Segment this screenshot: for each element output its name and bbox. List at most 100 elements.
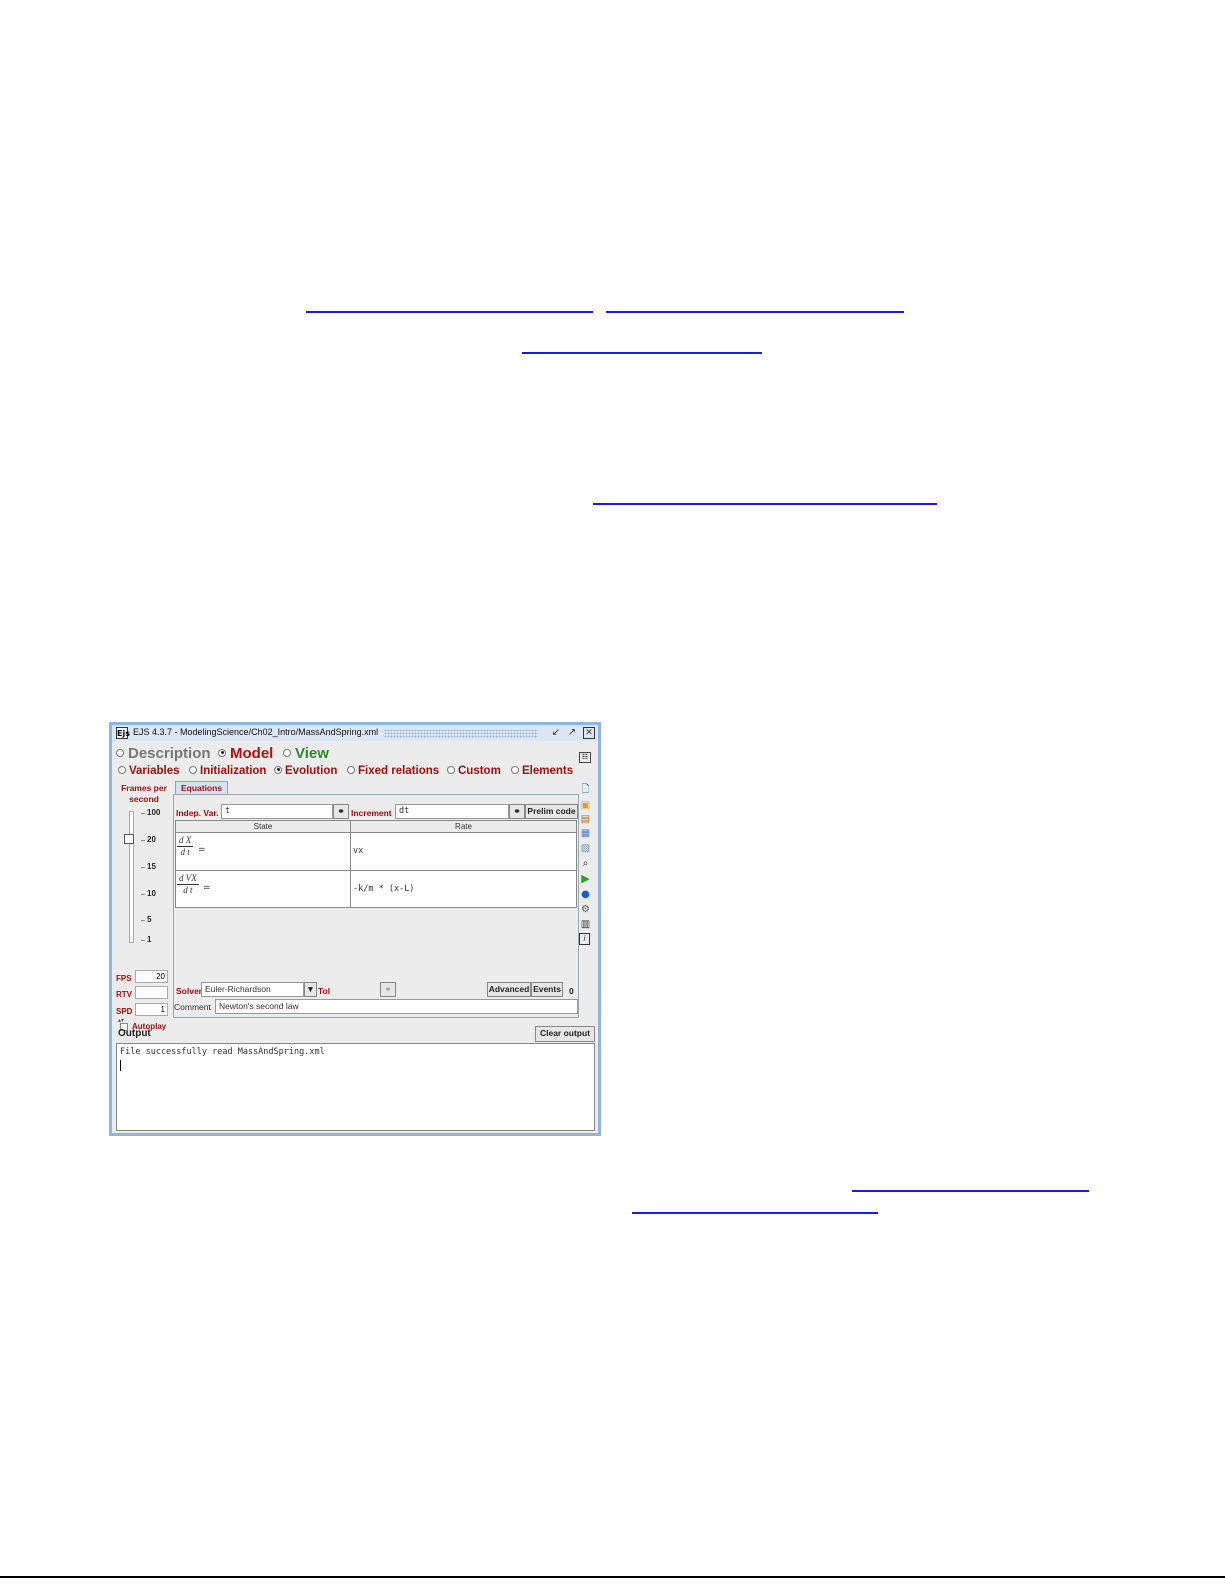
link-icon: ⚭ [337,806,345,816]
tab-initialization[interactable]: Initialization [189,765,266,777]
tab-view[interactable]: View [283,745,329,762]
fps-slider-thumb[interactable] [124,834,134,844]
hyperlink-2[interactable] [606,311,904,313]
state-derivative-x[interactable]: d X d t [177,835,194,858]
tick-label-100: 100 [147,808,161,817]
tab-custom[interactable]: Custom [447,765,501,777]
link-icon: ⚭ [384,984,392,994]
open-examples-icon[interactable]: ▤ [579,813,592,826]
frames-per-second-label: Frames per second [121,783,167,804]
equations-panel: Indep. Var. t ⚭ Increment dt ⚭ Prelim co… [173,794,579,1018]
text-caret [120,1060,121,1071]
slider-tick [141,940,145,941]
equations-table: State Rate d X d t = vx d VX d t = -k/m … [175,820,577,908]
tick-label-5: 5 [147,915,152,924]
open-folder-icon[interactable]: ▣ [579,799,592,812]
indep-var-link-button[interactable]: ⚭ [333,804,349,819]
tol-label: Tol [318,986,331,996]
spd-field[interactable]: 1 [135,1003,168,1016]
column-header-rate: Rate [351,821,576,833]
splitter-arrows-icon[interactable]: ▴▾ [118,1017,124,1024]
state-derivative-vx[interactable]: d VX d t [177,873,199,896]
slider-tick [141,840,145,841]
solver-dropdown-button[interactable]: ▼ [304,982,317,997]
output-console[interactable]: File successfully read MassAndSpring.xml [116,1043,595,1131]
radio-icon [283,748,291,757]
tab-elements[interactable]: Elements [511,765,573,777]
search-icon[interactable]: ⌕ [579,857,592,870]
tab-fixed-relations[interactable]: Fixed relations [347,765,439,777]
grid-icon[interactable]: ☷ [579,752,591,763]
fps-slider-track[interactable] [129,811,134,943]
maximize-icon[interactable]: ↗ [566,727,578,739]
package-icon[interactable]: ⚙ [579,903,592,916]
advanced-button[interactable]: Advanced [487,982,531,997]
radio-selected-icon [218,748,226,757]
hyperlink-3[interactable] [522,352,762,354]
comment-label: Comment [174,1002,211,1012]
solver-label: Solver [176,986,202,996]
rtv-label: RTV [116,990,132,999]
indep-var-label: Indep. Var. [176,808,219,818]
close-icon[interactable]: ✕ [583,727,595,739]
rate-expression[interactable]: -k/m * (x-L) [353,884,414,894]
window-client-area: Description Model View Variables Initial… [112,741,598,1133]
radio-icon [347,765,355,774]
save-as-icon[interactable]: ▧ [579,842,592,855]
equals-sign: = [203,883,211,893]
output-text: File successfully read MassAndSpring.xml [120,1047,325,1057]
chevron-down-icon: ▼ [306,984,315,994]
fps-label: FPS [116,974,132,983]
rtv-field[interactable] [135,986,168,999]
tick-label-15: 15 [147,862,156,871]
solver-select[interactable]: Euler-Richardson [201,982,304,997]
output-label: Output [118,1028,151,1039]
radio-icon [189,765,197,774]
radio-icon [447,765,455,774]
tick-label-1: 1 [147,935,152,944]
prelim-code-button[interactable]: Prelim code [525,804,578,819]
radio-icon [511,765,519,774]
translate-icon[interactable]: ▥ [579,918,592,931]
hyperlink-1[interactable] [306,311,593,313]
new-file-icon[interactable]: 🗋 [579,783,592,796]
tick-label-10: 10 [147,889,156,898]
fps-field[interactable]: 20 [135,970,168,983]
rate-expression[interactable]: vx [353,846,363,856]
clear-output-button[interactable]: Clear output [535,1026,595,1042]
increment-label: Increment [351,808,392,818]
save-icon[interactable]: ▦ [579,827,592,840]
tab-variables[interactable]: Variables [118,765,180,777]
hyperlink-5[interactable] [852,1190,1089,1192]
hyperlink-4[interactable] [593,503,937,505]
slider-tick [141,867,145,868]
spd-label: SPD [116,1007,133,1016]
tol-link-button[interactable]: ⚭ [380,982,396,997]
tab-model[interactable]: Model [218,745,273,762]
ejs-window: Ejs EJS 4.3.7 - ModelingScience/Ch02_Int… [109,722,601,1136]
info-icon[interactable]: i [579,933,590,945]
radio-selected-icon [274,765,282,774]
radio-icon [116,748,124,757]
radio-icon [118,765,126,774]
web-icon[interactable]: ● [579,888,592,901]
comment-field[interactable]: Newton's second law [215,999,578,1014]
events-button[interactable]: Events [531,982,563,997]
indep-var-field[interactable]: t [221,804,333,819]
slider-tick [141,920,145,921]
row-divider [176,870,576,871]
equals-sign: = [198,845,206,855]
events-count: 0 [569,986,574,996]
increment-link-button[interactable]: ⚭ [509,804,525,819]
increment-field[interactable]: dt [395,804,509,819]
hyperlink-6[interactable] [632,1212,878,1214]
row-divider [176,907,576,908]
tab-evolution[interactable]: Evolution [274,765,337,777]
tab-description[interactable]: Description [116,745,211,762]
window-title: EJS 4.3.7 - ModelingScience/Ch02_Intro/M… [133,727,379,737]
slider-tick [141,894,145,895]
run-icon[interactable]: ▶ [579,872,592,885]
link-icon: ⚭ [513,806,521,816]
minimize-icon[interactable]: ↙ [550,727,562,739]
tab-equations[interactable]: Equations [175,781,228,794]
